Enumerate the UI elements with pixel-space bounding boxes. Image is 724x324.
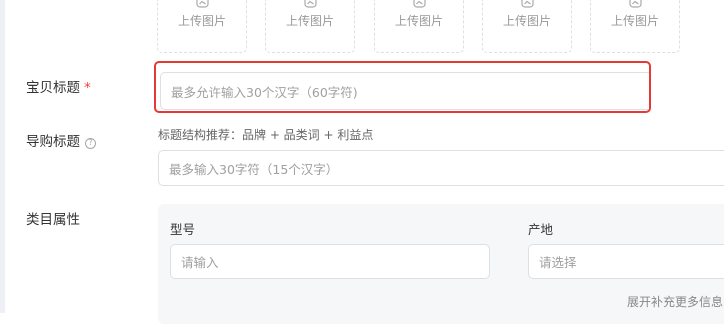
upload-image-label: 上传图片 — [610, 14, 659, 28]
origin-placeholder: 请选择 — [539, 255, 577, 270]
model-input[interactable]: 请输入 — [170, 244, 490, 279]
image-upload-icon — [304, 0, 317, 8]
guide-title-label-text: 导购标题 — [26, 134, 80, 150]
upload-image-label: 上传图片 — [285, 14, 334, 28]
image-upload-icon — [413, 0, 426, 8]
expand-more-info-link[interactable]: 展开补充更多信息 — [627, 293, 723, 310]
upload-image-label: 上传图片 — [394, 14, 443, 28]
upload-image-tile-1[interactable]: 上传图片 — [157, 0, 247, 53]
origin-select[interactable]: 请选择 — [528, 244, 724, 279]
upload-image-tile-3[interactable]: 上传图片 — [374, 0, 464, 53]
upload-image-tile-5[interactable]: 上传图片 — [590, 0, 680, 53]
item-title-highlight-box: 最多允许输入30个汉字（60字符) — [154, 61, 651, 113]
item-title-input[interactable]: 最多允许输入30个汉字（60字符) — [160, 72, 649, 110]
upload-image-label: 上传图片 — [177, 14, 226, 28]
item-title-label-text: 宝贝标题 — [26, 80, 80, 96]
guide-title-hint: 标题结构推荐：品牌 + 品类词 + 利益点 — [158, 128, 374, 142]
category-attributes-label: 类目属性 — [26, 212, 80, 228]
left-edge-bar — [0, 0, 5, 313]
upload-image-tile-4[interactable]: 上传图片 — [482, 0, 572, 53]
image-upload-icon — [196, 0, 209, 8]
upload-image-tile-2[interactable]: 上传图片 — [265, 0, 355, 53]
item-title-label: 宝贝标题 * — [26, 79, 91, 97]
help-icon[interactable]: ? — [85, 137, 96, 149]
image-upload-icon — [629, 0, 642, 8]
model-placeholder: 请输入 — [181, 255, 219, 270]
guide-title-placeholder: 最多输入30字符（15个汉字） — [169, 161, 339, 177]
guide-title-label: 导购标题? — [26, 133, 96, 151]
origin-label: 产地 — [528, 222, 554, 237]
required-mark: * — [84, 80, 91, 96]
item-title-placeholder: 最多允许输入30个汉字（60字符) — [171, 84, 358, 100]
upload-image-label: 上传图片 — [502, 14, 551, 28]
guide-title-input[interactable]: 最多输入30字符（15个汉字） — [158, 150, 724, 186]
image-upload-icon — [521, 0, 534, 8]
model-label: 型号 — [170, 222, 196, 237]
